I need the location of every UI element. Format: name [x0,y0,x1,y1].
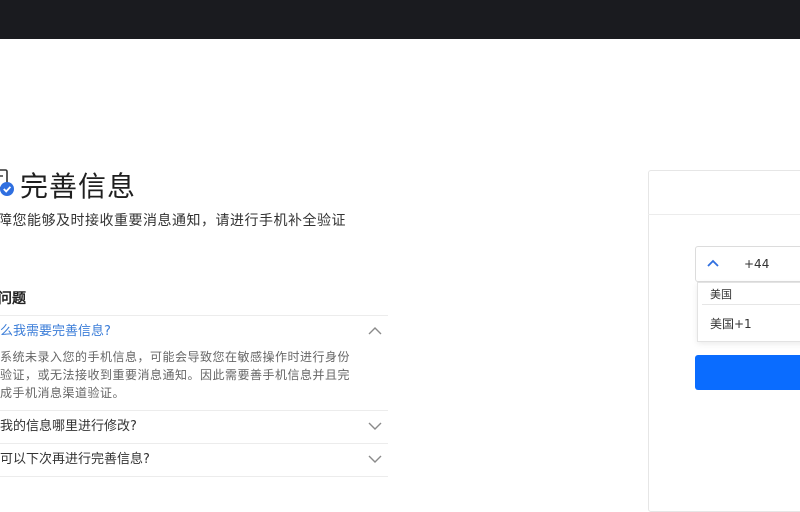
faq-section-title: 问题 [0,291,26,307]
faq-item: 么我需要完善信息? 系统未录入您的手机信息，可能会导致您在敏感操作时进行身份验证… [0,316,388,411]
faq-item: 我的信息哪里进行修改? [0,411,388,444]
faq-item: 可以下次再进行完善信息? [0,444,388,477]
faq-question-text: 可以下次再进行完善信息? [0,452,150,467]
country-option[interactable]: 美国+1 [710,315,752,332]
country-search-input[interactable] [702,285,800,305]
faq-question-text: 么我需要完善信息? [0,324,111,339]
top-navigation-bar [0,0,800,39]
chevron-up-icon[interactable] [368,326,382,336]
country-code-value: +44 [744,257,770,271]
chevron-down-icon[interactable] [368,454,382,464]
document-check-icon [0,169,14,196]
country-code-dropdown: 美国+1 [697,282,800,342]
chevron-up-icon[interactable] [706,258,720,268]
chevron-down-icon[interactable] [368,421,382,431]
submit-button[interactable] [695,355,800,390]
faq-question-text: 我的信息哪里进行修改? [0,419,137,434]
faq-list: 么我需要完善信息? 系统未录入您的手机信息，可能会导致您在敏感操作时进行身份验证… [0,315,388,477]
faq-question-toggle[interactable]: 可以下次再进行完善信息? [0,444,388,476]
faq-answer-text: 系统未录入您的手机信息，可能会导致您在敏感操作时进行身份验证，或无法接收到重要消… [0,350,351,400]
faq-question-toggle[interactable]: 么我需要完善信息? [0,316,388,348]
faq-question-toggle[interactable]: 我的信息哪里进行修改? [0,411,388,443]
page-description: 障您能够及时接收重要消息通知，请进行手机补全验证 [0,213,346,229]
panel-header-divider [648,214,800,215]
country-code-select[interactable]: +44 [695,246,800,282]
page-title: 完善信息 [20,170,137,203]
